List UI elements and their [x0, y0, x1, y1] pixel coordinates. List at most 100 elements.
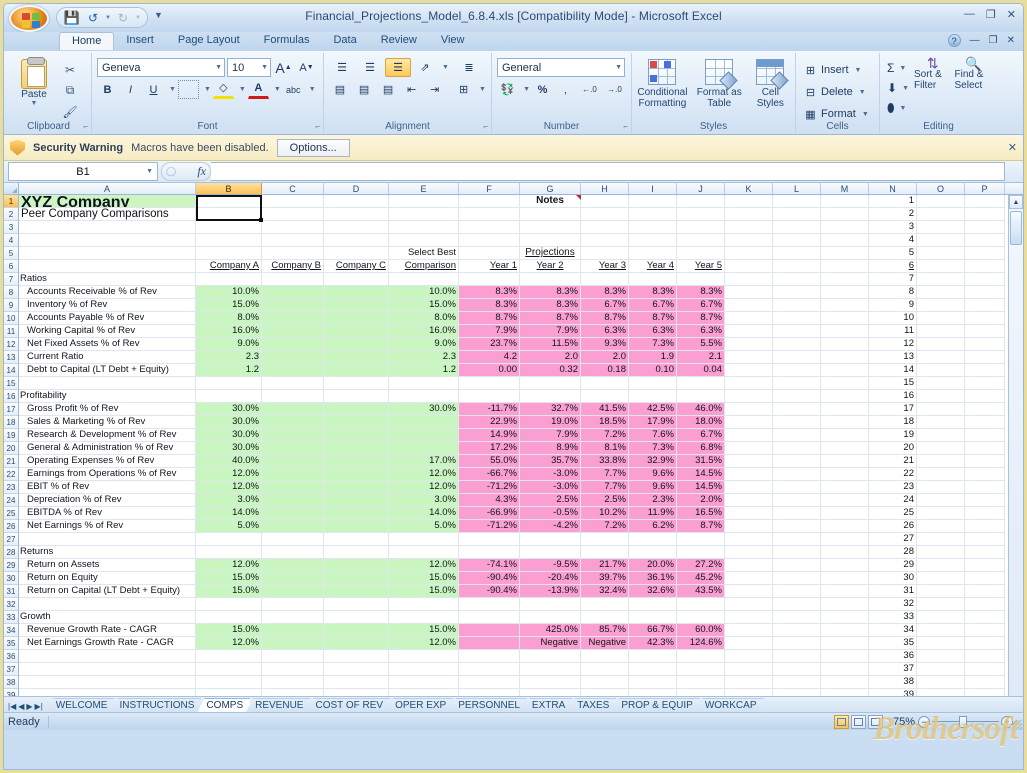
merge-dropdown-icon[interactable]: ▼: [476, 86, 486, 93]
cell-B38[interactable]: [196, 676, 262, 689]
cell-M10[interactable]: [821, 312, 869, 325]
cell-G11[interactable]: 7.9%: [520, 325, 581, 338]
cut-icon[interactable]: ✂: [60, 60, 80, 79]
cell-B7[interactable]: [196, 273, 262, 286]
cell-A20[interactable]: General & Administration % of Rev: [19, 442, 196, 455]
cell-F5[interactable]: [459, 247, 520, 260]
cell-F31[interactable]: -90.4%: [459, 585, 520, 598]
scroll-up-button[interactable]: ▲: [1009, 195, 1023, 209]
cell-E2[interactable]: [389, 208, 459, 221]
cell-B12[interactable]: 9.0%: [196, 338, 262, 351]
cell-G3[interactable]: [520, 221, 581, 234]
cell-O21[interactable]: [917, 455, 965, 468]
cell-O29[interactable]: [917, 559, 965, 572]
cell-L6[interactable]: [773, 260, 821, 273]
cell-F24[interactable]: 4.3%: [459, 494, 520, 507]
cell-G1[interactable]: Notes: [520, 195, 581, 208]
restore-button[interactable]: ❐: [986, 8, 996, 21]
cell-I20[interactable]: 7.3%: [629, 442, 677, 455]
cell-A35[interactable]: Net Earnings Growth Rate - CAGR: [19, 637, 196, 650]
cell-C27[interactable]: [262, 533, 324, 546]
cell-C21[interactable]: [262, 455, 324, 468]
insert-dropdown-icon[interactable]: ▼: [852, 67, 862, 74]
cell-M26[interactable]: [821, 520, 869, 533]
sheet-tab-personnel[interactable]: PERSONNEL: [449, 698, 527, 712]
cell-E23[interactable]: 12.0%: [389, 481, 459, 494]
cell-K37[interactable]: [725, 663, 773, 676]
cell-P34[interactable]: [965, 624, 1005, 637]
cell-A23[interactable]: EBIT % of Rev: [19, 481, 196, 494]
align-top-icon[interactable]: ☰: [329, 58, 355, 77]
cell-L26[interactable]: [773, 520, 821, 533]
cell-J7[interactable]: [677, 273, 725, 286]
align-bottom-icon[interactable]: ☰: [385, 58, 411, 77]
cell-D2[interactable]: [324, 208, 389, 221]
cell-N18[interactable]: 18: [869, 416, 917, 429]
column-header-G[interactable]: G: [520, 183, 581, 194]
cell-A36[interactable]: [19, 650, 196, 663]
tab-insert[interactable]: Insert: [114, 32, 166, 50]
cell-O16[interactable]: [917, 390, 965, 403]
scroll-thumb[interactable]: [1010, 211, 1022, 245]
font-color-icon[interactable]: A: [248, 80, 269, 99]
cell-B16[interactable]: [196, 390, 262, 403]
cell-A19[interactable]: Research & Development % of Rev: [19, 429, 196, 442]
cell-H5[interactable]: [581, 247, 629, 260]
row-header-37[interactable]: 37: [4, 663, 18, 676]
cell-E25[interactable]: 14.0%: [389, 507, 459, 520]
increase-indent-icon[interactable]: ⇥: [424, 80, 445, 99]
cell-D1[interactable]: [324, 195, 389, 208]
cell-I11[interactable]: 6.3%: [629, 325, 677, 338]
cell-D14[interactable]: [324, 364, 389, 377]
cell-K22[interactable]: [725, 468, 773, 481]
cell-H1[interactable]: [581, 195, 629, 208]
cell-D17[interactable]: [324, 403, 389, 416]
clear-formatting-icon[interactable]: abc: [283, 80, 304, 99]
cell-L25[interactable]: [773, 507, 821, 520]
increase-decimal-icon[interactable]: ←.0: [578, 80, 601, 99]
cell-L13[interactable]: [773, 351, 821, 364]
cell-K4[interactable]: [725, 234, 773, 247]
cell-O5[interactable]: [917, 247, 965, 260]
cell-B13[interactable]: 2.3: [196, 351, 262, 364]
cell-L9[interactable]: [773, 299, 821, 312]
autosum-button[interactable]: Σ ▼: [885, 58, 911, 78]
cell-G18[interactable]: 19.0%: [520, 416, 581, 429]
cell-E7[interactable]: [389, 273, 459, 286]
cell-C25[interactable]: [262, 507, 324, 520]
cell-I14[interactable]: 0.10: [629, 364, 677, 377]
cell-K27[interactable]: [725, 533, 773, 546]
cell-G29[interactable]: -9.5%: [520, 559, 581, 572]
cell-K32[interactable]: [725, 598, 773, 611]
cell-A29[interactable]: Return on Assets: [19, 559, 196, 572]
cell-L18[interactable]: [773, 416, 821, 429]
cell-P25[interactable]: [965, 507, 1005, 520]
first-sheet-button[interactable]: |◀: [8, 702, 16, 711]
cell-H16[interactable]: [581, 390, 629, 403]
page-layout-view-button[interactable]: [851, 715, 866, 729]
cell-G28[interactable]: [520, 546, 581, 559]
cell-C14[interactable]: [262, 364, 324, 377]
help-icon[interactable]: ?: [948, 34, 961, 47]
cell-J1[interactable]: [677, 195, 725, 208]
cell-F7[interactable]: [459, 273, 520, 286]
cell-M2[interactable]: [821, 208, 869, 221]
cell-B21[interactable]: 40.0%: [196, 455, 262, 468]
cell-N7[interactable]: 7: [869, 273, 917, 286]
cell-G24[interactable]: 2.5%: [520, 494, 581, 507]
column-header-D[interactable]: D: [324, 183, 389, 194]
cell-B9[interactable]: 15.0%: [196, 299, 262, 312]
cell-G32[interactable]: [520, 598, 581, 611]
row-header-3[interactable]: 3: [4, 221, 18, 234]
cell-M20[interactable]: [821, 442, 869, 455]
cell-F38[interactable]: [459, 676, 520, 689]
cell-L2[interactable]: [773, 208, 821, 221]
cell-E37[interactable]: [389, 663, 459, 676]
cell-G31[interactable]: -13.9%: [520, 585, 581, 598]
cell-K24[interactable]: [725, 494, 773, 507]
cell-L12[interactable]: [773, 338, 821, 351]
cell-P32[interactable]: [965, 598, 1005, 611]
cell-B1[interactable]: [196, 195, 262, 208]
cell-D36[interactable]: [324, 650, 389, 663]
cell-H27[interactable]: [581, 533, 629, 546]
